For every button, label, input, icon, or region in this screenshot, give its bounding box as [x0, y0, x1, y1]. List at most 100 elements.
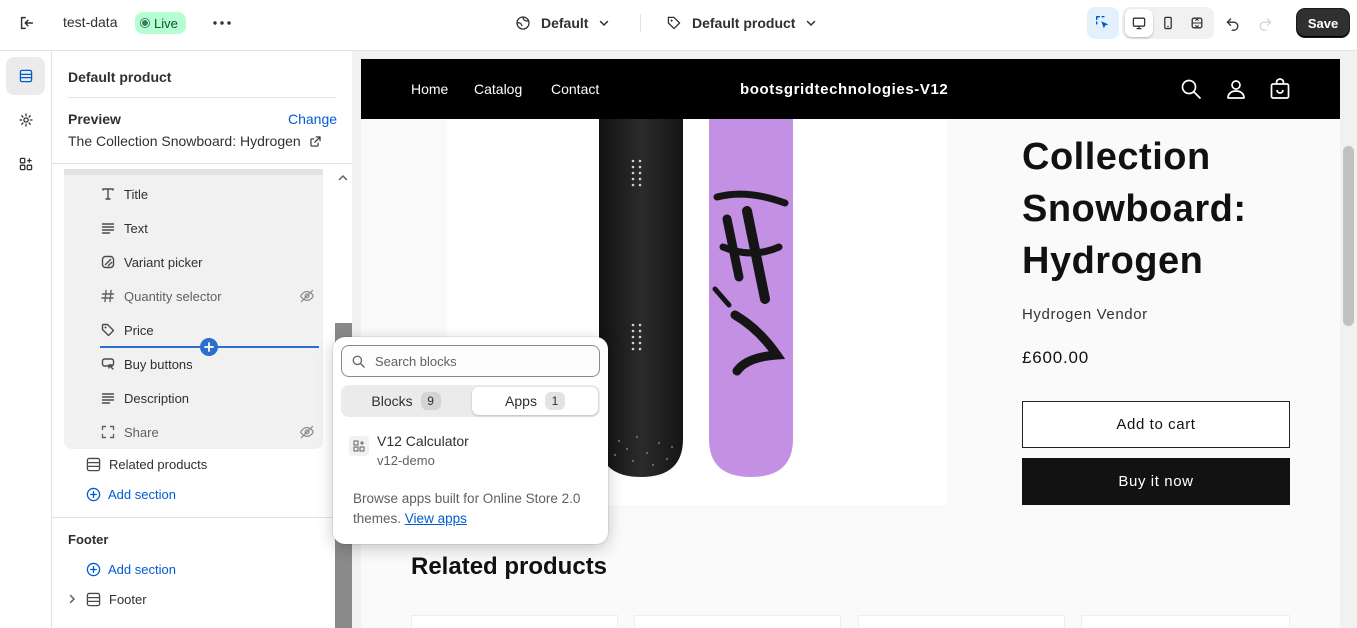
store-name: test-data	[63, 14, 118, 30]
mobile-icon	[1164, 16, 1172, 30]
hidden-toggle-button[interactable]	[298, 423, 316, 441]
price-tag-icon	[100, 322, 116, 338]
section-layout-icon	[86, 457, 101, 471]
fullscreen-view-button[interactable]	[1183, 9, 1211, 37]
change-preview-link[interactable]: Change	[288, 111, 337, 127]
desktop-view-button[interactable]	[1125, 9, 1153, 37]
share-icon	[100, 424, 116, 440]
block-label: Variant picker	[124, 254, 203, 270]
add-to-cart-button[interactable]: Add to cart	[1022, 401, 1290, 448]
related-product-card[interactable]	[858, 615, 1065, 628]
preview-scrollbar-thumb[interactable]	[1343, 146, 1354, 326]
expand-icon	[1191, 17, 1203, 29]
mobile-view-button[interactable]	[1154, 9, 1182, 37]
app-embeds-rail-button[interactable]	[6, 145, 45, 183]
chevron-down-icon	[600, 20, 609, 27]
user-icon	[1227, 80, 1245, 99]
preview-scrollbar[interactable]	[1340, 51, 1357, 628]
related-product-card[interactable]	[634, 615, 841, 628]
live-dot-icon	[141, 19, 149, 27]
divider	[52, 517, 352, 518]
eye-off-icon	[299, 425, 315, 439]
redo-button[interactable]	[1254, 12, 1276, 34]
divider	[52, 163, 352, 164]
footer-add-section-button[interactable]: Add section	[86, 557, 176, 581]
block-variant-picker[interactable]: Variant picker	[100, 247, 203, 277]
block-label: Text	[124, 220, 148, 236]
block-label: Quantity selector	[124, 288, 222, 304]
block-price[interactable]: Price	[100, 315, 154, 345]
block-label: Buy buttons	[124, 356, 193, 372]
tab-apps[interactable]: Apps 1	[472, 387, 598, 415]
template-title: Default product	[68, 69, 172, 85]
store-account-button[interactable]	[1224, 77, 1248, 101]
bag-icon	[1270, 78, 1290, 99]
nav-contact-link[interactable]: Contact	[551, 81, 599, 97]
app-block-item[interactable]: V12 Calculator v12-demo	[341, 431, 600, 475]
block-share[interactable]: Share	[100, 417, 159, 447]
text-align-icon	[100, 390, 116, 406]
store-brand[interactable]: bootsgridtechnologies-V12	[740, 81, 948, 98]
ellipsis-icon	[213, 21, 231, 25]
viewport-switcher	[1122, 7, 1214, 39]
search-icon	[1181, 79, 1201, 99]
nav-catalog-link[interactable]: Catalog	[474, 81, 522, 97]
theme-settings-rail-button[interactable]	[6, 101, 45, 139]
add-section-button[interactable]: Add section	[86, 482, 176, 506]
exit-editor-button[interactable]	[16, 12, 38, 34]
gear-icon	[18, 113, 33, 127]
inspector-toggle-button[interactable]	[1087, 7, 1119, 39]
theme-selector[interactable]: Default	[515, 12, 610, 34]
collapse-section-button[interactable]	[334, 169, 352, 187]
block-buy-buttons[interactable]: Buy buttons	[100, 349, 193, 379]
variant-icon	[100, 254, 116, 270]
store-cart-button[interactable]	[1268, 77, 1292, 101]
preview-product-link[interactable]: The Collection Snowboard: Hydrogen	[68, 133, 322, 149]
template-selector[interactable]: Default product	[666, 12, 817, 34]
sections-rail-button[interactable]	[6, 57, 45, 95]
nav-home-link[interactable]: Home	[411, 81, 448, 97]
undo-button[interactable]	[1222, 12, 1244, 34]
add-section-label: Add section	[108, 486, 176, 502]
more-actions-button[interactable]	[210, 12, 234, 34]
sections-sidebar: Default product Preview Change The Colle…	[52, 51, 352, 628]
hidden-toggle-button[interactable]	[298, 287, 316, 305]
divider	[68, 97, 336, 98]
insert-block-button[interactable]	[200, 338, 218, 356]
chevron-down-icon	[807, 20, 816, 27]
block-title[interactable]: Title	[100, 179, 148, 209]
buy-it-now-button[interactable]: Buy it now	[1022, 458, 1290, 505]
tab-blocks[interactable]: Blocks 9	[343, 387, 469, 415]
undo-icon	[1226, 18, 1239, 31]
block-label: Title	[124, 186, 149, 202]
save-button[interactable]: Save	[1297, 9, 1349, 37]
external-link-icon	[310, 135, 321, 147]
block-text[interactable]: Text	[100, 213, 148, 243]
plus-circle-icon	[86, 562, 101, 576]
plus-circle-icon	[86, 487, 101, 501]
product-price: £600.00	[1022, 348, 1090, 367]
block-quantity-selector[interactable]: Quantity selector	[100, 281, 222, 311]
search-blocks-input[interactable]	[375, 353, 585, 369]
section-header-edge	[64, 169, 323, 175]
store-search-button[interactable]	[1179, 77, 1203, 101]
redo-icon	[1259, 18, 1272, 31]
section-footer[interactable]: Footer	[66, 587, 147, 611]
product-title: Collection Snowboard: Hydrogen	[1022, 136, 1247, 282]
browse-apps-text: Browse apps built for Online Store 2.0 t…	[353, 489, 598, 529]
section-related-products[interactable]: Related products	[86, 452, 207, 476]
hashtag-icon	[100, 288, 116, 304]
view-apps-link[interactable]: View apps	[405, 511, 467, 526]
block-description[interactable]: Description	[100, 383, 189, 413]
block-label: Description	[124, 390, 190, 406]
tab-label: Blocks	[371, 393, 413, 409]
search-blocks-field[interactable]	[341, 345, 600, 377]
plus-icon	[204, 342, 214, 352]
related-product-card[interactable]	[411, 615, 618, 628]
block-label: Share	[124, 424, 159, 440]
live-label: Live	[154, 15, 178, 31]
related-product-card[interactable]	[1081, 615, 1290, 628]
tab-label: Apps	[505, 393, 537, 409]
tab-count-badge: 9	[420, 392, 441, 410]
section-label: Related products	[109, 456, 208, 472]
